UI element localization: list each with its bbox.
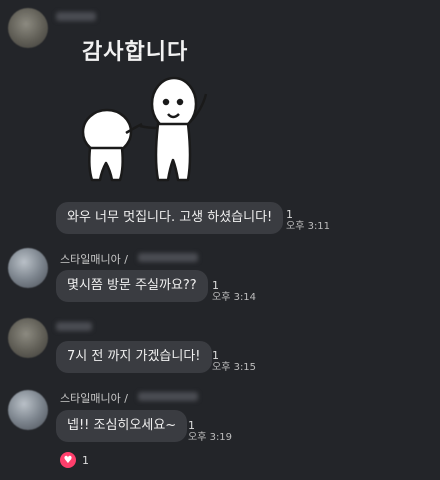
- sticker-image: 감사합니다: [60, 28, 220, 198]
- avatar[interactable]: [8, 8, 48, 48]
- message-bubble[interactable]: 와우 너무 멋집니다. 고생 하셨습니다!: [56, 202, 284, 234]
- message-meta: 1 오후 3:11: [286, 209, 330, 233]
- sender-name: 스타일매니아 /: [60, 390, 128, 406]
- avatar[interactable]: [8, 390, 48, 430]
- sender-name-redacted: [56, 12, 96, 21]
- message-bubble[interactable]: 7시 전 까지 가겠습니다!: [56, 341, 212, 373]
- message-bubble[interactable]: 몇시쯤 방문 주실까요??: [56, 270, 208, 302]
- reaction-badge[interactable]: ♥ 1: [60, 452, 89, 468]
- sender-name-label: 스타일매니아 /: [60, 253, 128, 266]
- timestamp: 오후 3:14: [212, 292, 257, 303]
- unread-count: 1: [286, 208, 293, 221]
- timestamp: 오후 3:19: [188, 432, 233, 443]
- sender-name-redacted: [138, 392, 198, 401]
- message-meta: 1 오후 3:19: [188, 420, 232, 444]
- message-meta: 1 오후 3:14: [212, 280, 256, 304]
- avatar[interactable]: [8, 318, 48, 358]
- sender-name: 스타일매니아 /: [60, 251, 128, 267]
- message-bubble[interactable]: 넵!! 조심히오세요~: [56, 410, 188, 442]
- timestamp: 오후 3:11: [286, 221, 331, 232]
- unread-count: 1: [212, 279, 219, 292]
- heart-icon: ♥: [60, 452, 76, 468]
- unread-count: 1: [188, 419, 195, 432]
- sender-name-redacted: [138, 253, 198, 262]
- timestamp: 오후 3:15: [212, 362, 257, 373]
- sender-name-label: 스타일매니아 /: [60, 392, 128, 405]
- avatar[interactable]: [8, 248, 48, 288]
- reaction-count: 1: [82, 453, 89, 467]
- message-meta: 1 오후 3:15: [212, 350, 256, 374]
- sender-name-redacted: [56, 322, 92, 331]
- unread-count: 1: [212, 349, 219, 362]
